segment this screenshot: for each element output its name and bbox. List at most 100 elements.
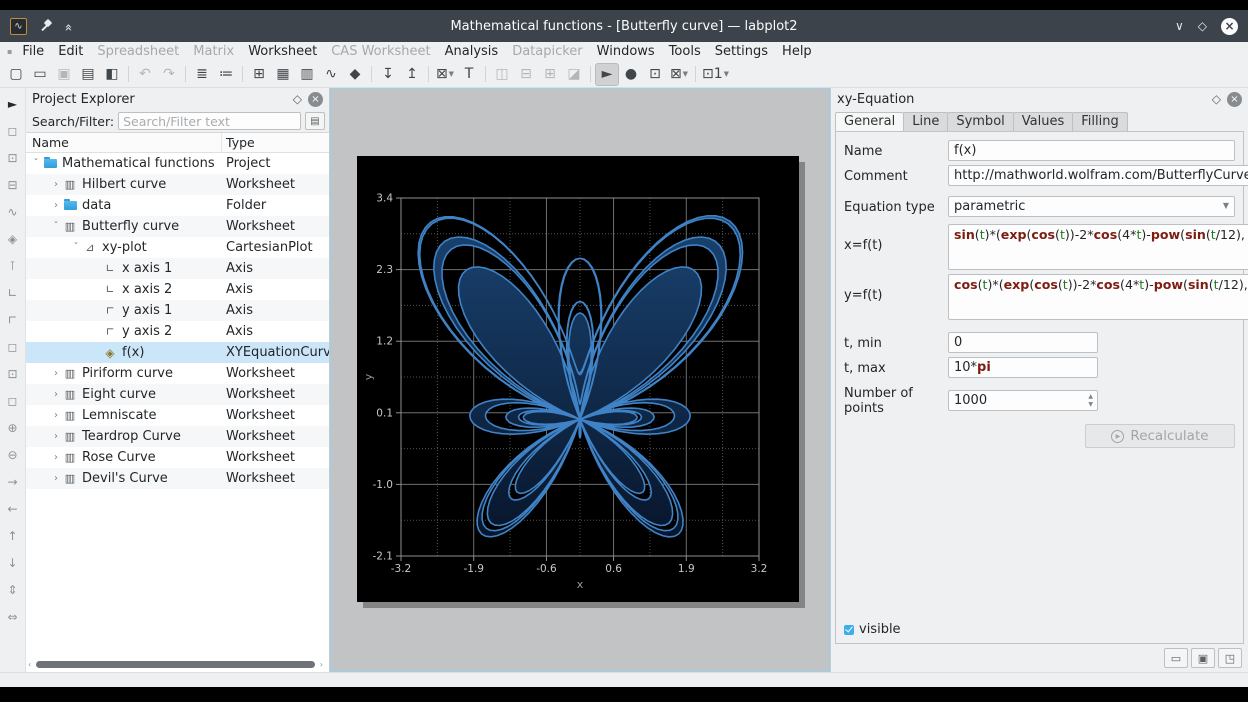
tree-row-data[interactable]: ›dataFolder xyxy=(26,195,329,216)
shift-right-icon[interactable]: → xyxy=(2,468,24,495)
dock-close-icon[interactable]: × xyxy=(1227,92,1242,107)
expander-icon[interactable]: › xyxy=(50,200,62,211)
tree-row-eight-curve[interactable]: ›▥Eight curveWorksheet xyxy=(26,384,329,405)
add-equation-curve-icon[interactable]: ◈ xyxy=(2,225,24,252)
cursor-mode-icon[interactable]: ► xyxy=(2,90,24,117)
spin-up-icon[interactable]: ▲ xyxy=(1088,393,1093,400)
zoom-region-icon[interactable]: ◻ xyxy=(2,333,24,360)
new-image-icon[interactable]: ⊠▼ xyxy=(433,63,457,86)
tree-row-y-axis-2[interactable]: ∟y axis 2Axis xyxy=(26,321,329,342)
worksheet-view[interactable]: -3.2-1.9-0.60.61.93.23.42.31.20.1-1.0-2.… xyxy=(330,88,830,672)
minimize-icon[interactable]: ∨ xyxy=(1175,19,1184,33)
tree-row-devil-s-curve[interactable]: ›▥Devil's CurveWorksheet xyxy=(26,468,329,489)
menu-help[interactable]: Help xyxy=(775,44,819,59)
tab-line[interactable]: Line xyxy=(903,112,948,131)
column-header-name[interactable]: Name xyxy=(26,133,222,152)
scrollbar-thumb[interactable] xyxy=(36,661,315,668)
add-curve-icon[interactable]: ∿ xyxy=(2,198,24,225)
save-as-template-icon[interactable]: ◳ xyxy=(1218,648,1242,668)
close-icon[interactable]: × xyxy=(1221,18,1238,35)
menu-windows[interactable]: Windows xyxy=(590,44,662,59)
expander-icon[interactable]: › xyxy=(50,389,62,400)
worksheet-page[interactable]: -3.2-1.9-0.60.61.93.23.42.31.20.1-1.0-2.… xyxy=(357,156,799,602)
navigate-mouse-mode-icon[interactable]: ● xyxy=(619,63,643,86)
new-project-icon[interactable]: ▢ xyxy=(4,63,28,86)
print-preview-icon[interactable]: ◧ xyxy=(100,63,124,86)
zoom-select-mode-icon[interactable]: ⊡ xyxy=(643,63,667,86)
horizontal-scrollbar[interactable]: ‹ › xyxy=(30,661,321,668)
tree-row-butterfly-curve[interactable]: ˇ▥Butterfly curveWorksheet xyxy=(26,216,329,237)
select-x-region-icon[interactable]: ⊡ xyxy=(2,144,24,171)
new-worksheet-icon[interactable]: ▥ xyxy=(295,63,319,86)
dock-float-icon[interactable]: ◇ xyxy=(1212,92,1221,106)
zoom-x-region-icon[interactable]: ⊡ xyxy=(2,360,24,387)
expander-icon[interactable]: › xyxy=(50,431,62,442)
filter-options-icon[interactable]: ▤ xyxy=(305,112,325,130)
maximize-icon[interactable]: ◇ xyxy=(1198,19,1207,33)
add-legend-icon[interactable]: ⊺ xyxy=(2,252,24,279)
menu-settings[interactable]: Settings xyxy=(708,44,775,59)
shift-left-icon[interactable]: ← xyxy=(2,495,24,522)
shade-up-icon[interactable]: « xyxy=(60,23,75,29)
menu-edit[interactable]: Edit xyxy=(51,44,90,59)
tree-row-y-axis-1[interactable]: ∟y axis 1Axis xyxy=(26,300,329,321)
points-stepper[interactable]: 1000 ▲ ▼ xyxy=(948,390,1098,411)
select-mouse-mode-icon[interactable]: ► xyxy=(595,63,619,86)
column-header-type[interactable]: Type xyxy=(222,133,329,152)
dock-close-icon[interactable]: × xyxy=(308,92,323,107)
tree-row-teardrop-curve[interactable]: ›▥Teardrop CurveWorksheet xyxy=(26,426,329,447)
butterfly-plot[interactable]: -3.2-1.9-0.60.61.93.23.42.31.20.1-1.0-2.… xyxy=(357,156,799,602)
scroll-right-icon[interactable]: › xyxy=(320,660,323,669)
zoom-out-icon[interactable]: ⊖ xyxy=(2,441,24,468)
new-folder-icon[interactable]: ≣ xyxy=(190,63,214,86)
x-formula-field[interactable]: sin(t)*(exp(cos(t))-2*cos(4*t)-pow(sin(t… xyxy=(948,224,1248,270)
new-spreadsheet-icon[interactable]: ⊞ xyxy=(247,63,271,86)
scroll-left-icon[interactable]: ‹ xyxy=(28,660,31,669)
menu-worksheet[interactable]: Worksheet xyxy=(241,44,324,59)
new-datapicker-icon[interactable]: ◆ xyxy=(343,63,367,86)
add-y-axis-icon[interactable]: ∟ xyxy=(2,306,24,333)
zoom-y-region-icon[interactable]: ◻ xyxy=(2,387,24,414)
open-project-icon[interactable]: ▭ xyxy=(28,63,52,86)
tree-row-f-x-[interactable]: ◈f(x)XYEquationCurve xyxy=(26,342,329,363)
new-workbook-icon[interactable]: ≔ xyxy=(214,63,238,86)
menu-tools[interactable]: Tools xyxy=(662,44,708,59)
import-icon[interactable]: ↧ xyxy=(376,63,400,86)
tree-row-x-axis-1[interactable]: ∟x axis 1Axis xyxy=(26,258,329,279)
export-icon[interactable]: ↥ xyxy=(400,63,424,86)
spin-down-icon[interactable]: ▼ xyxy=(1088,401,1093,408)
expander-icon[interactable]: ˇ xyxy=(30,158,42,169)
visible-checkbox[interactable] xyxy=(844,625,854,635)
tab-symbol[interactable]: Symbol xyxy=(947,112,1013,131)
dock-float-icon[interactable]: ◇ xyxy=(293,92,302,106)
zoom-in-icon[interactable]: ⊕ xyxy=(2,414,24,441)
pin-icon[interactable] xyxy=(39,19,53,33)
add-x-axis-icon[interactable]: ∟ xyxy=(2,279,24,306)
auto-scale-x-icon[interactable]: ⇔ xyxy=(2,603,24,630)
zoom-fit-icon[interactable]: ⊠▼ xyxy=(667,63,691,86)
save-template-icon[interactable]: ▣ xyxy=(1191,648,1215,668)
expander-icon[interactable]: › xyxy=(50,368,62,379)
select-region-icon[interactable]: ◻ xyxy=(2,117,24,144)
tree-row-rose-curve[interactable]: ›▥Rose CurveWorksheet xyxy=(26,447,329,468)
menu-file[interactable]: File xyxy=(15,44,51,59)
shift-down-icon[interactable]: ↓ xyxy=(2,549,24,576)
magnification-icon[interactable]: ⊡1▼ xyxy=(700,63,731,86)
tree-row-xy-plot[interactable]: ˇ⊿xy-plotCartesianPlot xyxy=(26,237,329,258)
tmin-field[interactable]: 0 xyxy=(948,332,1098,353)
expander-icon[interactable]: › xyxy=(50,473,62,484)
menu-analysis[interactable]: Analysis xyxy=(438,44,506,59)
comment-field[interactable]: http://mathworld.wolfram.com/ButterflyCu… xyxy=(948,165,1248,186)
expander-icon[interactable]: › xyxy=(50,452,62,463)
name-field[interactable]: f(x) xyxy=(948,140,1235,161)
tmax-field[interactable]: 10*pi xyxy=(948,357,1098,378)
expander-icon[interactable]: ˇ xyxy=(50,221,62,232)
tab-general[interactable]: General xyxy=(835,112,904,131)
print-icon[interactable]: ▤ xyxy=(76,63,100,86)
expander-icon[interactable]: › xyxy=(50,410,62,421)
tab-values[interactable]: Values xyxy=(1013,112,1073,131)
expander-icon[interactable]: ˇ xyxy=(70,242,82,253)
text-label-icon[interactable]: T xyxy=(457,63,481,86)
select-y-region-icon[interactable]: ⊟ xyxy=(2,171,24,198)
search-input[interactable] xyxy=(118,112,301,130)
